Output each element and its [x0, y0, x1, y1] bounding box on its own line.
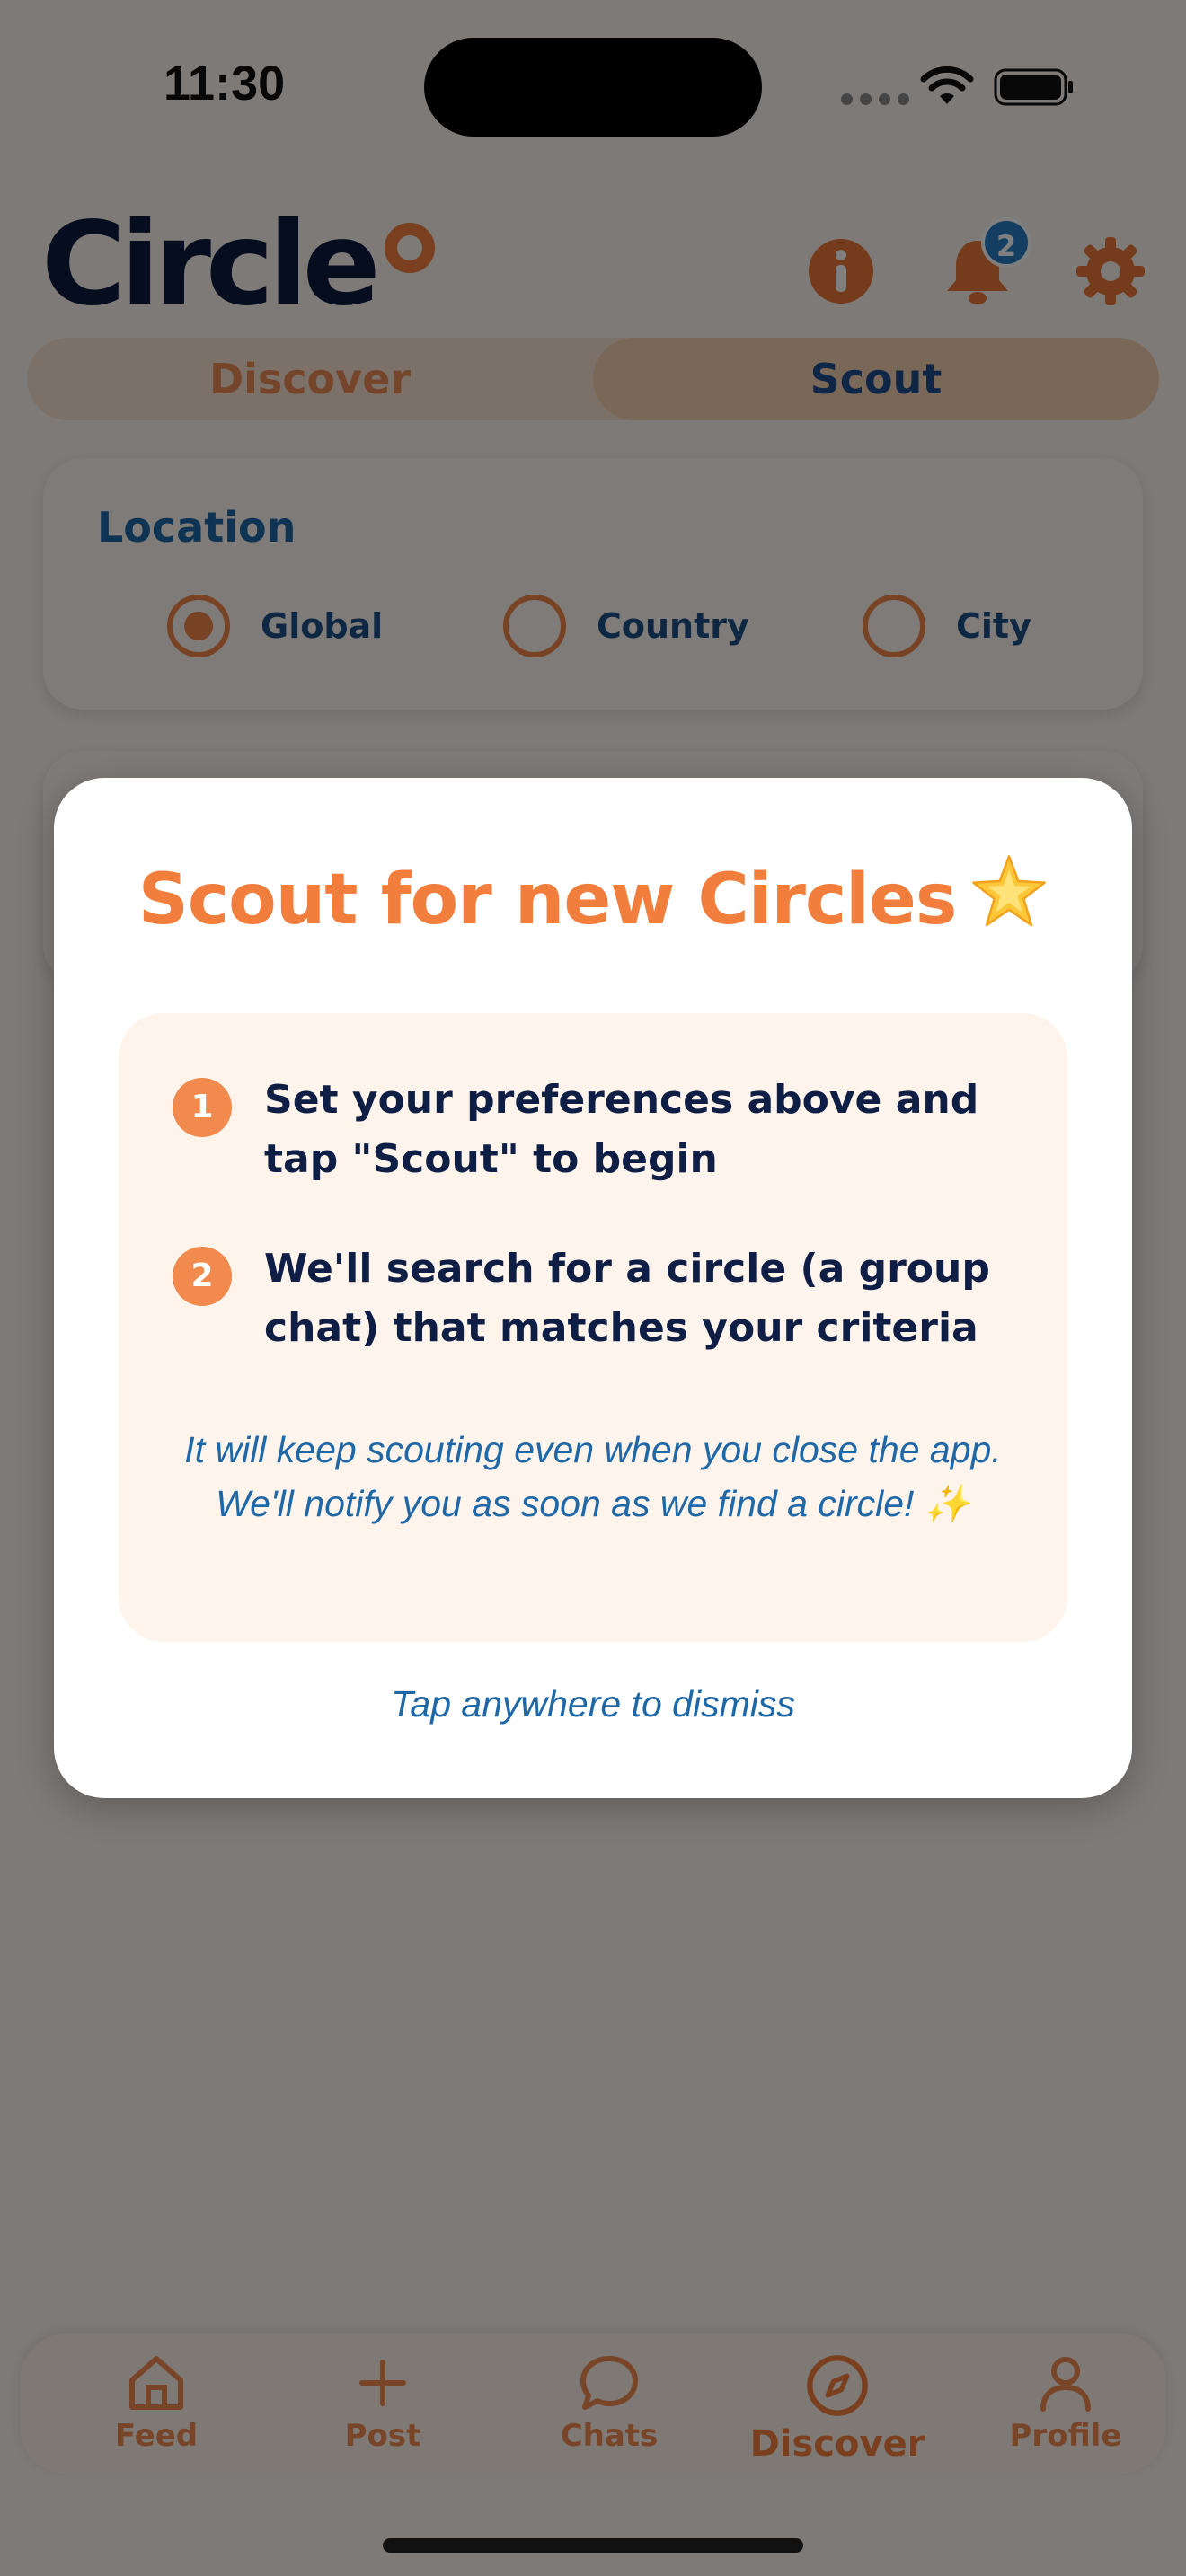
step-number-badge: 2 — [173, 1247, 232, 1306]
dismiss-hint[interactable]: Tap anywhere to dismiss — [54, 1683, 1132, 1725]
step-item: 1 Set your preferences above and tap "Sc… — [173, 1071, 1001, 1189]
home-indicator — [383, 2538, 803, 2553]
scout-steps-box: 1 Set your preferences above and tap "Sc… — [119, 1013, 1067, 1642]
scout-info-modal[interactable]: Scout for new Circles 1 Set your prefere… — [54, 778, 1132, 1798]
scout-note: It will keep scouting even when you clos… — [184, 1429, 1002, 1524]
step-text: We'll search for a circle (a group chat)… — [264, 1246, 990, 1351]
step-item: 2 We'll search for a circle (a group cha… — [173, 1239, 1001, 1358]
modal-title-text: Scout for new Circles — [137, 860, 958, 940]
modal-title: Scout for new Circles — [54, 853, 1132, 940]
step-text: Set your preferences above and tap "Scou… — [264, 1077, 979, 1182]
step-number-badge: 1 — [173, 1078, 232, 1137]
star-icon — [972, 855, 1047, 927]
